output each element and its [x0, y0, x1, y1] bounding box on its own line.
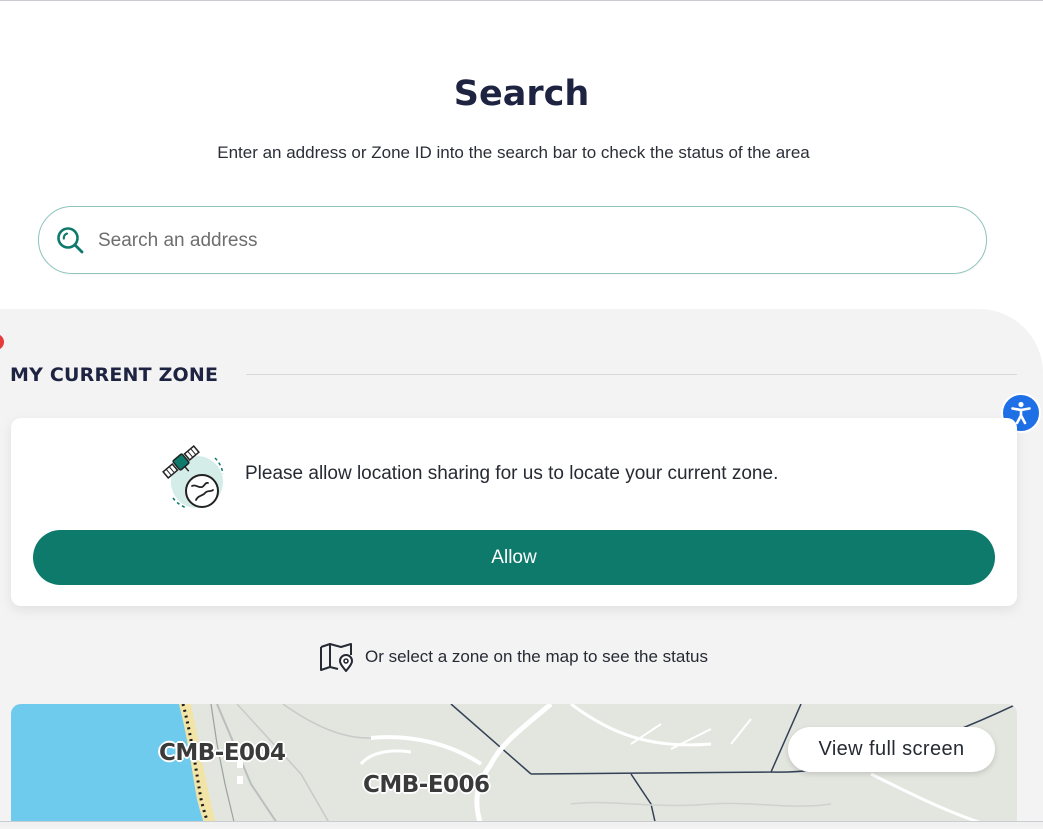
map-hint-text: Or select a zone on the map to see the s… — [364, 647, 709, 666]
search-icon — [55, 225, 87, 257]
section-divider — [246, 374, 1017, 375]
map-pin-icon — [319, 643, 353, 672]
view-full-screen-button[interactable]: View full screen — [788, 727, 995, 772]
section-heading-current-zone: MY CURRENT ZONE — [10, 364, 219, 386]
page-subtitle: Enter an address or Zone ID into the sea… — [217, 143, 810, 162]
search-bar[interactable] — [38, 206, 987, 274]
location-permission-card: Please allow location sharing for us to … — [11, 418, 1017, 606]
search-input[interactable] — [96, 223, 960, 259]
zone-label[interactable]: CMB-E006 — [363, 772, 490, 798]
window-bottom-border — [0, 821, 1043, 827]
location-permission-message: Please allow location sharing for us to … — [245, 463, 779, 484]
zone-map[interactable]: CMB-E004 CMB-E006 View full screen — [11, 704, 1017, 826]
zone-label[interactable]: CMB-E004 — [159, 740, 286, 766]
page-title: Search — [453, 74, 590, 114]
satellite-globe-icon — [153, 438, 229, 514]
window-top-border — [0, 0, 1043, 1]
allow-location-button[interactable]: Allow — [33, 530, 995, 585]
map-hint: Or select a zone on the map to see the s… — [0, 641, 1027, 678]
